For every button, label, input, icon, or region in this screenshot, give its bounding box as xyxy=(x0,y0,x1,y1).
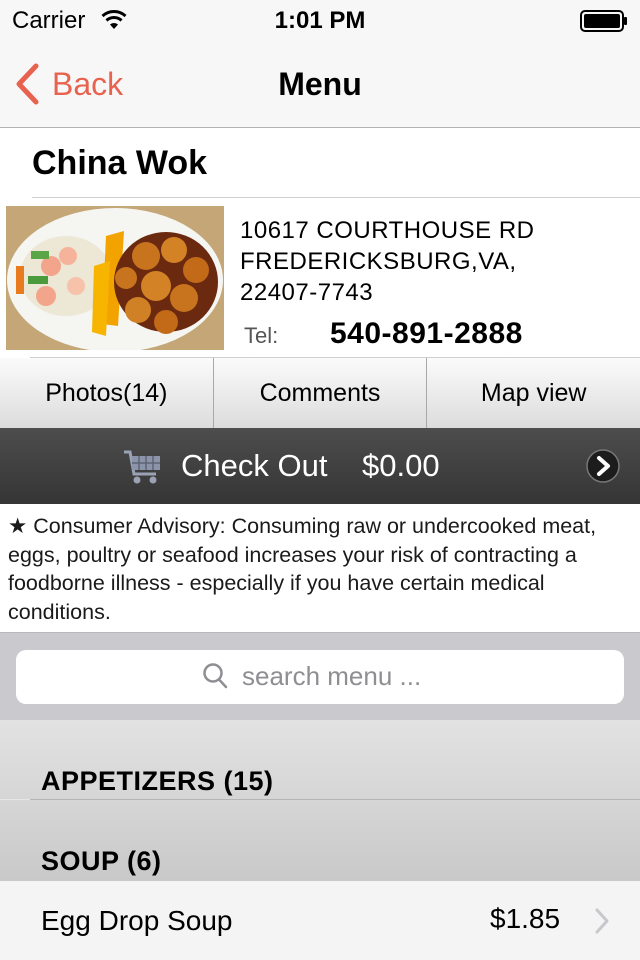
menu-item-price: $1.85 xyxy=(490,903,561,934)
page-title: Menu xyxy=(278,66,362,102)
consumer-advisory: ★ Consumer Advisory: Consuming raw or un… xyxy=(8,514,597,624)
restaurant-name: China Wok xyxy=(32,144,208,182)
menu-section-soup[interactable]: SOUP (6) xyxy=(0,800,640,880)
section-label: SOUP (6) xyxy=(41,846,162,876)
action-tabs: Photos(14) Comments Map view xyxy=(0,358,640,428)
section-label: APPETIZERS (15) xyxy=(41,766,274,796)
address-line-1: 10617 COURTHOUSE RD xyxy=(240,217,535,244)
status-time: 1:01 PM xyxy=(274,7,366,34)
divider xyxy=(32,197,640,198)
menu-section-appetizers[interactable]: APPETIZERS (15) xyxy=(0,720,640,800)
cart-icon xyxy=(124,450,160,484)
search-icon xyxy=(203,663,228,689)
chevron-right-icon xyxy=(595,908,609,934)
checkout-label: Check Out xyxy=(181,448,328,483)
search-input[interactable] xyxy=(242,658,602,694)
battery-icon xyxy=(580,10,627,32)
menu-item-name: Egg Drop Soup xyxy=(41,905,233,936)
checkout-button[interactable]: Check Out $0.00 xyxy=(0,428,640,504)
map-view-button[interactable]: Map view xyxy=(427,358,640,428)
checkout-total: $0.00 xyxy=(362,448,440,483)
menu-item-row[interactable]: Egg Drop Soup $1.85 xyxy=(0,880,640,960)
chevron-right-circle-icon xyxy=(586,449,620,483)
photos-button[interactable]: Photos(14) xyxy=(0,358,214,428)
comments-button[interactable]: Comments xyxy=(213,358,428,428)
address-line-2: FREDERICKSBURG,VA, xyxy=(240,248,517,275)
address-line-3: 22407-7743 xyxy=(240,279,374,306)
tel-label: Tel: xyxy=(244,323,279,348)
phone-number-link[interactable]: 540-891-2888 xyxy=(330,316,523,352)
restaurant-photo[interactable] xyxy=(6,206,224,350)
